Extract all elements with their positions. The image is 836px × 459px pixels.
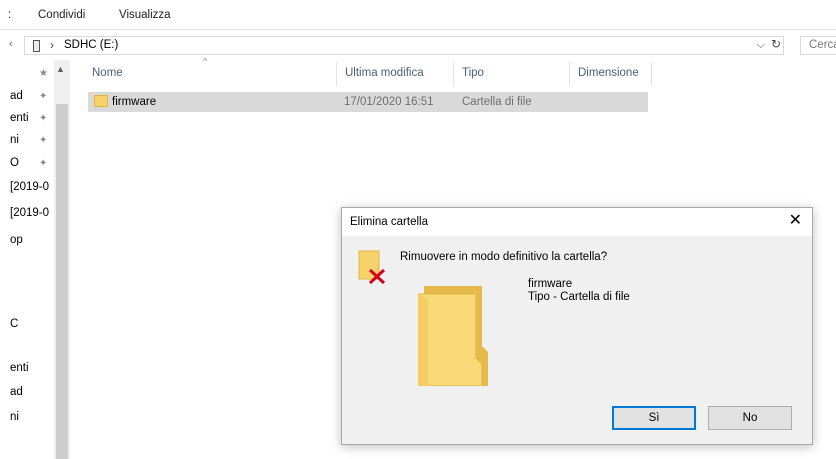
pin-icon: ★: [39, 68, 48, 79]
dialog-titlebar[interactable]: Elimina cartella ✕: [342, 208, 812, 236]
ribbon: : Condividi Visualizza: [0, 0, 836, 30]
file-modified: 17/01/2020 16:51: [344, 96, 434, 108]
dialog-item-type: Tipo - Cartella di file: [528, 291, 630, 303]
nav-item[interactable]: ad: [10, 90, 23, 102]
column-header-size[interactable]: Dimensione: [578, 67, 639, 89]
yes-button[interactable]: Sì: [612, 406, 696, 430]
column-divider[interactable]: [569, 62, 570, 86]
ribbon-tab-file[interactable]: :: [8, 9, 11, 21]
column-header-modified[interactable]: Ultima modifica: [345, 67, 424, 89]
nav-item[interactable]: C: [10, 318, 18, 330]
ribbon-tab-share[interactable]: Condividi: [38, 9, 85, 21]
pin-icon: ✦: [39, 158, 48, 169]
breadcrumb-path[interactable]: SDHC (E:): [64, 39, 118, 51]
drive-icon: [33, 40, 40, 52]
search-input[interactable]: Cerca: [800, 36, 836, 55]
address-dropdown-icon[interactable]: ⌵: [757, 39, 765, 52]
back-chevron-icon[interactable]: ‹: [9, 38, 13, 50]
pin-icon: ✦: [39, 135, 48, 146]
nav-item[interactable]: enti: [10, 362, 29, 374]
column-divider[interactable]: [336, 62, 337, 86]
file-name: firmware: [112, 96, 157, 108]
nav-item[interactable]: ni: [10, 411, 19, 423]
sort-ascending-icon: ^: [203, 56, 208, 66]
ribbon-tab-view[interactable]: Visualizza: [119, 9, 171, 21]
column-header-name[interactable]: Nome: [92, 67, 123, 89]
dialog-question: Rimuovere in modo definitivo la cartella…: [400, 251, 608, 263]
address-row: ‹ › SDHC (E:) ⌵ ↻ Cerca: [0, 30, 836, 60]
nav-item[interactable]: enti: [10, 112, 29, 124]
close-icon[interactable]: ✕: [789, 212, 802, 230]
file-type: Cartella di file: [462, 96, 532, 108]
pin-icon: ✦: [39, 91, 48, 102]
scroll-up-icon[interactable]: ▲: [56, 64, 65, 74]
refresh-icon[interactable]: ↻: [771, 37, 781, 51]
nav-item[interactable]: ni: [10, 134, 19, 146]
folder-preview-icon: [418, 286, 488, 386]
navigation-pane: ★ ad ✦ enti ✦ ni ✦ O ✦ [2019-0 [2019-0 o…: [0, 60, 70, 459]
folder-icon: [94, 95, 108, 107]
delete-folder-dialog: Elimina cartella ✕ Rimuovere in modo def…: [341, 207, 813, 445]
nav-item[interactable]: [2019-0: [10, 181, 49, 193]
dialog-title: Elimina cartella: [350, 216, 428, 228]
delete-folder-icon: [358, 250, 386, 285]
nav-item[interactable]: [2019-0: [10, 207, 49, 219]
pin-icon: ✦: [39, 113, 48, 124]
nav-item[interactable]: ad: [10, 386, 23, 398]
file-row[interactable]: firmware 17/01/2020 16:51 Cartella di fi…: [88, 92, 648, 112]
dialog-item-name: firmware: [528, 278, 573, 290]
column-divider[interactable]: [651, 62, 652, 86]
no-button[interactable]: No: [708, 406, 792, 430]
column-header-type[interactable]: Tipo: [462, 67, 484, 89]
address-bar[interactable]: › SDHC (E:) ⌵ ↻: [24, 36, 784, 55]
column-divider[interactable]: [453, 62, 454, 86]
search-placeholder: Cerca: [809, 39, 836, 51]
nav-item[interactable]: op: [10, 234, 23, 246]
breadcrumb-separator-icon[interactable]: ›: [50, 38, 54, 52]
nav-item[interactable]: O: [10, 157, 19, 169]
nav-scroll-thumb[interactable]: [56, 104, 68, 459]
